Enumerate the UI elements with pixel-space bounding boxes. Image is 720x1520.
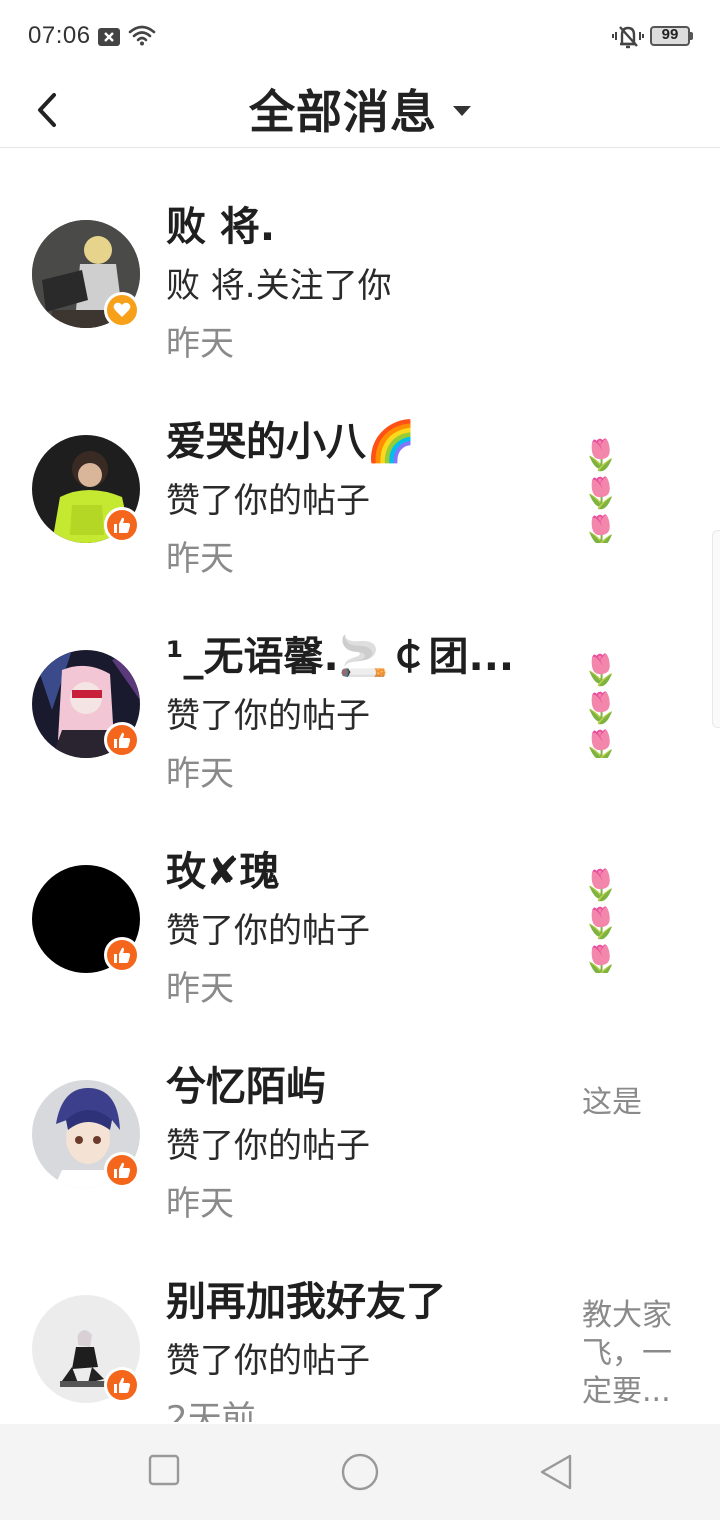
side-drawer-handle[interactable] xyxy=(712,530,720,728)
recents-button[interactable] xyxy=(148,1454,180,1490)
message-time: 昨天 xyxy=(166,969,234,1009)
message-item[interactable]: ¹_无语馨.🚬￠团... 赞了你的帖子 昨天 🌷🌷🌷🌷🌷... xyxy=(0,612,720,827)
sender-name: ¹_无语馨.🚬￠团... xyxy=(166,634,515,680)
post-preview[interactable]: 这是 xyxy=(582,1084,678,1124)
home-circle-icon xyxy=(341,1453,379,1491)
heart-icon xyxy=(113,302,131,317)
message-time: 昨天 xyxy=(166,1184,234,1224)
sender-name: 玫✘瑰 xyxy=(166,849,280,895)
sender-name: 爱哭的小八🌈 xyxy=(166,419,416,465)
message-time: 2天前 xyxy=(166,1399,256,1422)
thumbs-up-icon xyxy=(114,1162,131,1178)
message-item[interactable]: 爱哭的小八🌈 赞了你的帖子 昨天 🌷🌷🌷🌷🌷... xyxy=(0,397,720,612)
back-nav-button[interactable] xyxy=(538,1452,574,1496)
sender-name: 败 将. xyxy=(166,204,276,250)
post-preview[interactable]: 🌷🌷🌷🌷🌷... xyxy=(582,652,664,758)
message-time: 昨天 xyxy=(166,754,234,794)
message-item[interactable]: 兮忆陌屿 赞了你的帖子 昨天 这是 xyxy=(0,1042,720,1257)
thumbs-up-icon xyxy=(114,947,131,963)
message-action: 赞了你的帖子 xyxy=(166,481,370,521)
like-badge xyxy=(104,1367,140,1403)
sender-name: 别再加我好友了 xyxy=(166,1279,446,1325)
message-time: 昨天 xyxy=(166,324,234,364)
post-preview[interactable]: 教大家飞，一定要... xyxy=(582,1297,678,1409)
post-preview[interactable]: 🌷🌷🌷🌷🌷... xyxy=(582,437,664,543)
header: 全部消息 xyxy=(0,70,720,148)
thumbs-up-icon xyxy=(114,517,131,533)
sim-x-icon xyxy=(98,28,120,46)
message-list[interactable]: 败 将. 败 将.关注了你 昨天 爱哭的小八🌈 赞了你的帖子 昨天 🌷🌷🌷🌷🌷.… xyxy=(0,150,720,1422)
system-nav-bar xyxy=(0,1424,720,1520)
thumbs-up-icon xyxy=(114,732,131,748)
thumbs-up-icon xyxy=(114,1377,131,1393)
like-badge xyxy=(104,507,140,543)
status-time: 07:06 xyxy=(28,22,91,49)
follow-badge xyxy=(104,292,140,328)
message-action: 败 将.关注了你 xyxy=(166,266,392,306)
message-item[interactable]: 败 将. 败 将.关注了你 昨天 xyxy=(0,182,720,397)
caret-down-icon xyxy=(453,106,471,116)
like-badge xyxy=(104,1152,140,1188)
like-badge xyxy=(104,722,140,758)
title-dropdown[interactable]: 全部消息 xyxy=(0,70,720,148)
home-button[interactable] xyxy=(340,1452,380,1496)
message-action: 赞了你的帖子 xyxy=(166,1341,370,1381)
page-title: 全部消息 xyxy=(249,85,437,139)
post-preview[interactable]: 🌷🌷🌷🌷🌷... xyxy=(582,867,664,973)
message-action: 赞了你的帖子 xyxy=(166,911,370,951)
message-action: 赞了你的帖子 xyxy=(166,696,370,736)
like-badge xyxy=(104,937,140,973)
wifi-icon xyxy=(128,24,156,50)
battery-tip xyxy=(690,32,693,40)
recents-square-icon xyxy=(148,1454,180,1486)
back-triangle-icon xyxy=(540,1454,572,1490)
status-bar: 07:06 99 xyxy=(0,0,720,70)
battery-icon: 99 xyxy=(650,26,690,46)
message-action: 赞了你的帖子 xyxy=(166,1126,370,1166)
battery-level: 99 xyxy=(661,26,679,43)
sender-name: 兮忆陌屿 xyxy=(166,1064,326,1110)
message-time: 昨天 xyxy=(166,539,234,579)
bell-muted-icon xyxy=(612,24,644,54)
message-item[interactable]: 玫✘瑰 赞了你的帖子 昨天 🌷🌷🌷🌷🌷... xyxy=(0,827,720,1042)
message-item[interactable]: 别再加我好友了 赞了你的帖子 2天前 教大家飞，一定要... xyxy=(0,1257,720,1422)
